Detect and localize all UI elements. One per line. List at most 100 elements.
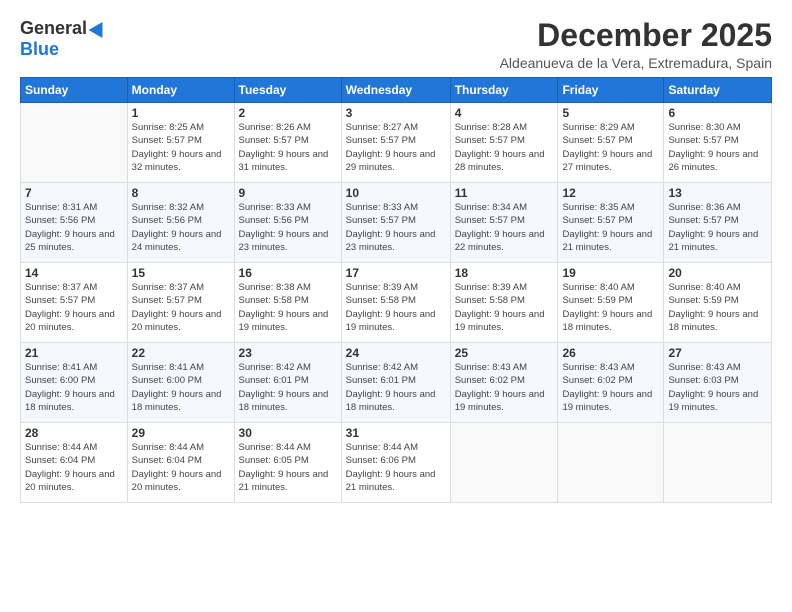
day-number: 31 (346, 426, 446, 440)
page: General Blue December 2025 Aldeanueva de… (0, 0, 792, 612)
calendar-cell: 4Sunrise: 8:28 AMSunset: 5:57 PMDaylight… (450, 103, 558, 183)
calendar-cell: 18Sunrise: 8:39 AMSunset: 5:58 PMDayligh… (450, 263, 558, 343)
day-info: Sunrise: 8:25 AMSunset: 5:57 PMDaylight:… (132, 121, 230, 174)
day-info: Sunrise: 8:37 AMSunset: 5:57 PMDaylight:… (132, 281, 230, 334)
calendar-cell (664, 423, 772, 503)
calendar-cell: 2Sunrise: 8:26 AMSunset: 5:57 PMDaylight… (234, 103, 341, 183)
day-number: 26 (562, 346, 659, 360)
weekday-header-saturday: Saturday (664, 78, 772, 103)
day-info: Sunrise: 8:33 AMSunset: 5:56 PMDaylight:… (239, 201, 337, 254)
calendar-cell: 23Sunrise: 8:42 AMSunset: 6:01 PMDayligh… (234, 343, 341, 423)
day-info: Sunrise: 8:39 AMSunset: 5:58 PMDaylight:… (346, 281, 446, 334)
header: General Blue December 2025 Aldeanueva de… (20, 18, 772, 71)
calendar-cell: 19Sunrise: 8:40 AMSunset: 5:59 PMDayligh… (558, 263, 664, 343)
weekday-header-tuesday: Tuesday (234, 78, 341, 103)
day-info: Sunrise: 8:40 AMSunset: 5:59 PMDaylight:… (562, 281, 659, 334)
day-number: 29 (132, 426, 230, 440)
day-info: Sunrise: 8:26 AMSunset: 5:57 PMDaylight:… (239, 121, 337, 174)
day-info: Sunrise: 8:41 AMSunset: 6:00 PMDaylight:… (25, 361, 123, 414)
logo-blue: Blue (20, 39, 59, 60)
day-number: 25 (455, 346, 554, 360)
day-number: 4 (455, 106, 554, 120)
day-info: Sunrise: 8:28 AMSunset: 5:57 PMDaylight:… (455, 121, 554, 174)
day-number: 3 (346, 106, 446, 120)
weekday-header-sunday: Sunday (21, 78, 128, 103)
calendar-cell: 3Sunrise: 8:27 AMSunset: 5:57 PMDaylight… (341, 103, 450, 183)
day-number: 2 (239, 106, 337, 120)
day-number: 22 (132, 346, 230, 360)
calendar-cell: 30Sunrise: 8:44 AMSunset: 6:05 PMDayligh… (234, 423, 341, 503)
day-info: Sunrise: 8:42 AMSunset: 6:01 PMDaylight:… (346, 361, 446, 414)
calendar-cell: 7Sunrise: 8:31 AMSunset: 5:56 PMDaylight… (21, 183, 128, 263)
day-info: Sunrise: 8:42 AMSunset: 6:01 PMDaylight:… (239, 361, 337, 414)
day-info: Sunrise: 8:33 AMSunset: 5:57 PMDaylight:… (346, 201, 446, 254)
calendar-cell (21, 103, 128, 183)
day-number: 13 (668, 186, 767, 200)
month-title: December 2025 (500, 18, 772, 53)
weekday-header-friday: Friday (558, 78, 664, 103)
day-number: 6 (668, 106, 767, 120)
calendar-cell: 24Sunrise: 8:42 AMSunset: 6:01 PMDayligh… (341, 343, 450, 423)
day-number: 23 (239, 346, 337, 360)
calendar-cell: 11Sunrise: 8:34 AMSunset: 5:57 PMDayligh… (450, 183, 558, 263)
day-number: 8 (132, 186, 230, 200)
weekday-header-wednesday: Wednesday (341, 78, 450, 103)
day-number: 18 (455, 266, 554, 280)
calendar-cell: 9Sunrise: 8:33 AMSunset: 5:56 PMDaylight… (234, 183, 341, 263)
day-info: Sunrise: 8:38 AMSunset: 5:58 PMDaylight:… (239, 281, 337, 334)
calendar-cell: 26Sunrise: 8:43 AMSunset: 6:02 PMDayligh… (558, 343, 664, 423)
calendar-cell: 28Sunrise: 8:44 AMSunset: 6:04 PMDayligh… (21, 423, 128, 503)
day-number: 19 (562, 266, 659, 280)
weekday-header-thursday: Thursday (450, 78, 558, 103)
calendar-cell: 13Sunrise: 8:36 AMSunset: 5:57 PMDayligh… (664, 183, 772, 263)
logo: General Blue (20, 18, 107, 60)
day-number: 15 (132, 266, 230, 280)
day-info: Sunrise: 8:43 AMSunset: 6:03 PMDaylight:… (668, 361, 767, 414)
day-number: 20 (668, 266, 767, 280)
day-number: 17 (346, 266, 446, 280)
calendar-cell: 27Sunrise: 8:43 AMSunset: 6:03 PMDayligh… (664, 343, 772, 423)
calendar-cell (450, 423, 558, 503)
day-number: 12 (562, 186, 659, 200)
day-number: 11 (455, 186, 554, 200)
logo-general: General (20, 18, 87, 39)
title-section: December 2025 Aldeanueva de la Vera, Ext… (500, 18, 772, 71)
day-number: 28 (25, 426, 123, 440)
day-info: Sunrise: 8:43 AMSunset: 6:02 PMDaylight:… (562, 361, 659, 414)
day-info: Sunrise: 8:44 AMSunset: 6:04 PMDaylight:… (25, 441, 123, 494)
calendar-cell: 20Sunrise: 8:40 AMSunset: 5:59 PMDayligh… (664, 263, 772, 343)
calendar-cell: 5Sunrise: 8:29 AMSunset: 5:57 PMDaylight… (558, 103, 664, 183)
day-number: 9 (239, 186, 337, 200)
day-info: Sunrise: 8:36 AMSunset: 5:57 PMDaylight:… (668, 201, 767, 254)
day-info: Sunrise: 8:30 AMSunset: 5:57 PMDaylight:… (668, 121, 767, 174)
day-number: 27 (668, 346, 767, 360)
calendar: SundayMondayTuesdayWednesdayThursdayFrid… (20, 77, 772, 503)
logo-text: General (20, 18, 107, 39)
week-row-1: 1Sunrise: 8:25 AMSunset: 5:57 PMDaylight… (21, 103, 772, 183)
week-row-2: 7Sunrise: 8:31 AMSunset: 5:56 PMDaylight… (21, 183, 772, 263)
calendar-cell: 31Sunrise: 8:44 AMSunset: 6:06 PMDayligh… (341, 423, 450, 503)
calendar-cell: 8Sunrise: 8:32 AMSunset: 5:56 PMDaylight… (127, 183, 234, 263)
day-info: Sunrise: 8:32 AMSunset: 5:56 PMDaylight:… (132, 201, 230, 254)
logo-triangle-icon (89, 17, 110, 37)
day-number: 21 (25, 346, 123, 360)
day-number: 10 (346, 186, 446, 200)
day-info: Sunrise: 8:34 AMSunset: 5:57 PMDaylight:… (455, 201, 554, 254)
week-row-3: 14Sunrise: 8:37 AMSunset: 5:57 PMDayligh… (21, 263, 772, 343)
day-info: Sunrise: 8:39 AMSunset: 5:58 PMDaylight:… (455, 281, 554, 334)
day-info: Sunrise: 8:29 AMSunset: 5:57 PMDaylight:… (562, 121, 659, 174)
day-info: Sunrise: 8:43 AMSunset: 6:02 PMDaylight:… (455, 361, 554, 414)
week-row-4: 21Sunrise: 8:41 AMSunset: 6:00 PMDayligh… (21, 343, 772, 423)
day-info: Sunrise: 8:44 AMSunset: 6:06 PMDaylight:… (346, 441, 446, 494)
calendar-cell (558, 423, 664, 503)
day-info: Sunrise: 8:37 AMSunset: 5:57 PMDaylight:… (25, 281, 123, 334)
calendar-cell: 22Sunrise: 8:41 AMSunset: 6:00 PMDayligh… (127, 343, 234, 423)
day-number: 5 (562, 106, 659, 120)
location: Aldeanueva de la Vera, Extremadura, Spai… (500, 55, 772, 71)
day-info: Sunrise: 8:41 AMSunset: 6:00 PMDaylight:… (132, 361, 230, 414)
day-number: 7 (25, 186, 123, 200)
day-info: Sunrise: 8:27 AMSunset: 5:57 PMDaylight:… (346, 121, 446, 174)
calendar-cell: 29Sunrise: 8:44 AMSunset: 6:04 PMDayligh… (127, 423, 234, 503)
weekday-header-monday: Monday (127, 78, 234, 103)
day-number: 16 (239, 266, 337, 280)
